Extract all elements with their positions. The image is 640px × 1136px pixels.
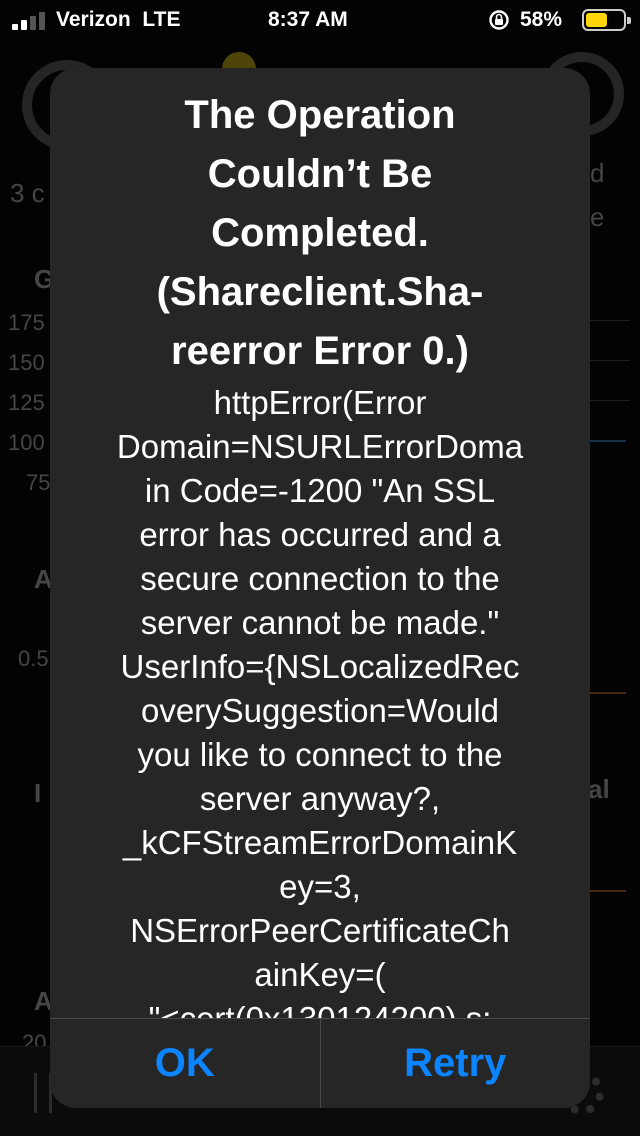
status-time: 8:37 AM	[268, 8, 348, 31]
alert-title-line: reerror Error 0.)	[171, 329, 469, 373]
alert-message-line: ainKey=(	[254, 956, 386, 993]
alert-message-line: in Code=-1200 "An SSL	[144, 472, 496, 509]
alert-title-line: Couldn’t Be	[207, 152, 433, 196]
alert-message-line: _kCFStreamErrorDomainK	[122, 824, 518, 861]
retry-button[interactable]: Retry	[319, 1019, 591, 1108]
orientation-lock-icon	[488, 9, 510, 31]
alert-message: httpError(Error Domain=NSURLErrorDoma in…	[50, 381, 590, 1018]
alert-message-line: httpError(Error	[213, 384, 427, 421]
alert-message-line: overySuggestion=Would	[140, 692, 500, 729]
screen: 3 c d e G 175 150 125 100 75 A 0.5 I al …	[0, 0, 640, 1136]
status-bar: Verizon LTE 8:37 AM 58%	[0, 0, 640, 40]
alert-title: The Operation Couldn’t Be Completed. (Sh…	[50, 68, 590, 381]
alert-message-line: server anyway?,	[199, 780, 441, 817]
alert-message-line: NSErrorPeerCertificateCh	[130, 912, 510, 949]
alert-actions: OK Retry	[50, 1018, 590, 1108]
alert-message-line: UserInfo={NSLocalizedRec	[120, 648, 520, 685]
alert-message-line: Domain=NSURLErrorDoma	[116, 428, 524, 465]
battery-icon	[582, 9, 631, 31]
carrier-label: Verizon LTE	[56, 8, 181, 31]
alert-title-line: The Operation	[184, 93, 456, 137]
alert-title-line: Completed.	[211, 211, 429, 255]
battery-percent: 58%	[520, 8, 563, 31]
alert-message-line: error has occurred and a	[139, 516, 501, 553]
alert-message-line: you like to connect to the	[137, 736, 503, 773]
ok-button[interactable]: OK	[50, 1019, 320, 1108]
alert-message-line: "<cert(0x130124200) s:	[74, 997, 566, 1018]
signal-bars-icon	[12, 12, 50, 30]
alert-message-line: server cannot be made."	[140, 604, 500, 641]
alert-message-line: ey=3,	[279, 868, 361, 905]
alert-title-line: (Shareclient.Sha-	[156, 270, 484, 314]
alert-content[interactable]: The Operation Couldn’t Be Completed. (Sh…	[50, 68, 590, 1018]
error-alert-dialog: The Operation Couldn’t Be Completed. (Sh…	[50, 68, 590, 1108]
alert-message-line: secure connection to the	[140, 560, 500, 597]
